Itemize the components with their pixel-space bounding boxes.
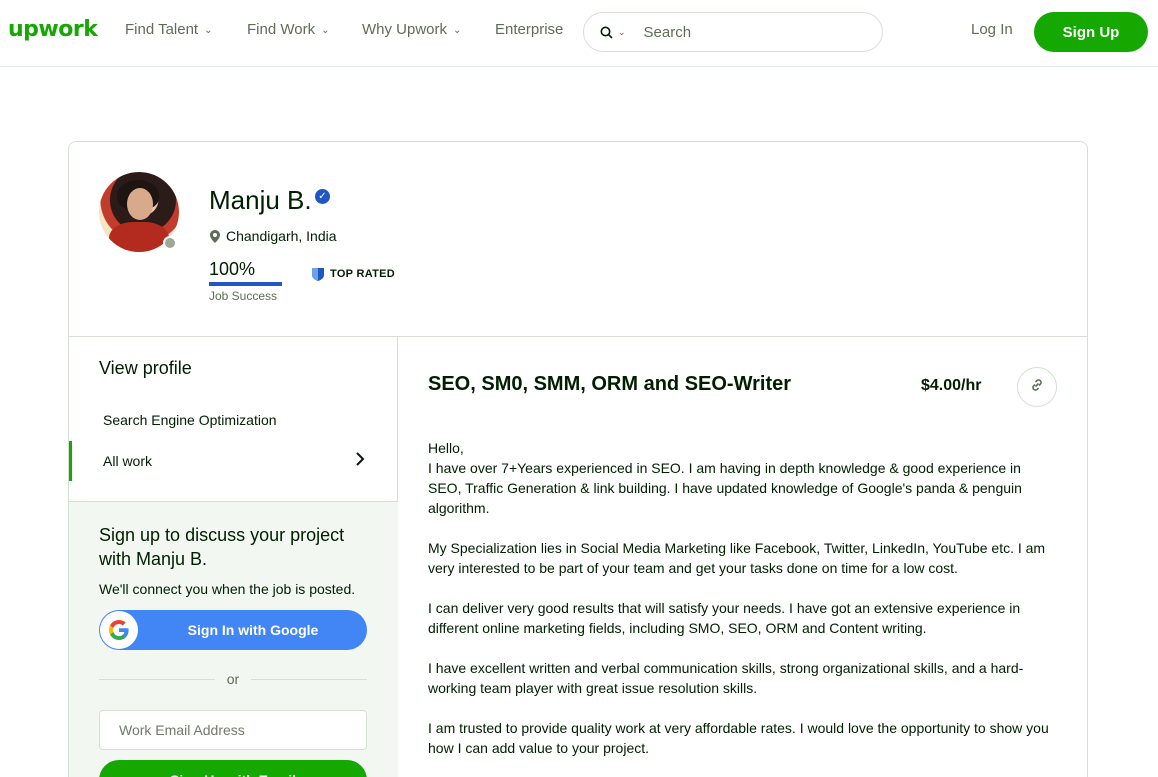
google-signin-label: Sign In with Google xyxy=(187,622,319,638)
description-paragraph: Hello, I have over 7+Years experienced i… xyxy=(428,440,1022,516)
main-content: SEO, SM0, SMM, ORM and SEO-Writer $4.00/… xyxy=(399,337,1087,777)
link-icon xyxy=(1030,378,1044,397)
job-success-label: Job Success xyxy=(209,289,278,303)
nav-enterprise[interactable]: Enterprise xyxy=(495,21,563,38)
top-rated-label: TOP RATED xyxy=(330,268,396,280)
nav-why-upwork[interactable]: Why Upwork ⌄ xyxy=(362,21,461,38)
job-success-bar-fill xyxy=(209,282,282,286)
location: Chandigarh, India xyxy=(210,228,337,244)
sidebar-item-label: All work xyxy=(103,453,153,469)
nav-why-upwork-label: Why Upwork xyxy=(362,21,448,38)
work-email-field[interactable] xyxy=(99,710,367,750)
status-dot-icon xyxy=(163,236,177,250)
nav-find-work-label: Find Work xyxy=(247,21,316,38)
chevron-down-icon: ⌄ xyxy=(321,25,330,36)
nav-find-talent-label: Find Talent xyxy=(125,21,199,38)
signup-panel-title: Sign up to discuss your project with Man… xyxy=(99,525,345,569)
description-paragraph: I can deliver very good results that wil… xyxy=(428,600,1021,636)
signup-panel: Sign up to discuss your project with Man… xyxy=(69,501,398,777)
profile-header: Manju B. ✓ Chandigarh, India 100% Job Su… xyxy=(69,142,1087,337)
avatar-face xyxy=(127,188,153,220)
or-divider: or xyxy=(99,670,367,690)
hourly-rate: $4.00/hr xyxy=(921,377,982,394)
nav-enterprise-label: Enterprise xyxy=(495,21,564,38)
signup-email-button[interactable]: Sign Up with Email xyxy=(99,760,367,777)
sidebar-item-label: Search Engine Optimization xyxy=(103,412,277,428)
top-navigation-bar: upwork Find Talent ⌄ Find Work ⌄ Why Upw… xyxy=(0,0,1158,67)
sidebar-item-all-work[interactable]: All work xyxy=(69,441,398,481)
sidebar-item-seo[interactable]: Search Engine Optimization xyxy=(69,400,398,440)
chevron-down-icon: ⌄ xyxy=(204,25,213,36)
description-paragraph: My Specialization lies in Social Media M… xyxy=(428,540,1046,576)
google-icon xyxy=(100,611,138,649)
description-paragraph: I have excellent written and verbal comm… xyxy=(428,660,1024,696)
badge-icon xyxy=(311,267,325,281)
job-success-value: 100% xyxy=(209,259,256,279)
freelancer-card: Manju B. ✓ Chandigarh, India 100% Job Su… xyxy=(68,141,1088,777)
copy-link-button[interactable] xyxy=(1017,367,1057,407)
signup-panel-subtitle: We'll connect you when the job is posted… xyxy=(99,581,356,597)
map-pin-icon xyxy=(210,229,220,243)
sidebar: View profile Search Engine Optimization … xyxy=(69,337,398,777)
search-type-chevron-icon[interactable]: ⌄ xyxy=(618,27,626,38)
login-link[interactable]: Log In xyxy=(971,21,1013,38)
view-profile-heading: View profile xyxy=(99,358,192,378)
search-icon[interactable] xyxy=(600,26,613,39)
chevron-down-icon: ⌄ xyxy=(453,25,462,36)
avatar-shirt xyxy=(109,222,169,252)
top-rated-badge: TOP RATED xyxy=(311,267,395,281)
description-paragraph: I am trusted to provide quality work at … xyxy=(428,720,1049,756)
search-bar[interactable]: ⌄ xyxy=(583,12,883,52)
upwork-logo[interactable]: upwork xyxy=(8,17,98,42)
google-signin-button[interactable]: Sign In with Google xyxy=(99,610,367,650)
profile-title: SEO, SM0, SMM, ORM and SEO-Writer xyxy=(428,373,792,395)
nav-find-talent[interactable]: Find Talent ⌄ xyxy=(125,21,213,38)
verified-check-icon: ✓ xyxy=(315,189,330,204)
profile-description: Hello, I have over 7+Years experienced i… xyxy=(428,438,1058,777)
signup-button[interactable]: Sign Up xyxy=(1034,12,1148,52)
freelancer-name: Manju B. xyxy=(209,185,312,215)
chevron-right-icon xyxy=(355,451,365,472)
job-success-bar xyxy=(209,282,282,286)
location-text: Chandigarh, India xyxy=(226,228,337,244)
nav-find-work[interactable]: Find Work ⌄ xyxy=(247,21,329,38)
or-text: or xyxy=(226,671,240,687)
search-input[interactable] xyxy=(643,23,844,41)
